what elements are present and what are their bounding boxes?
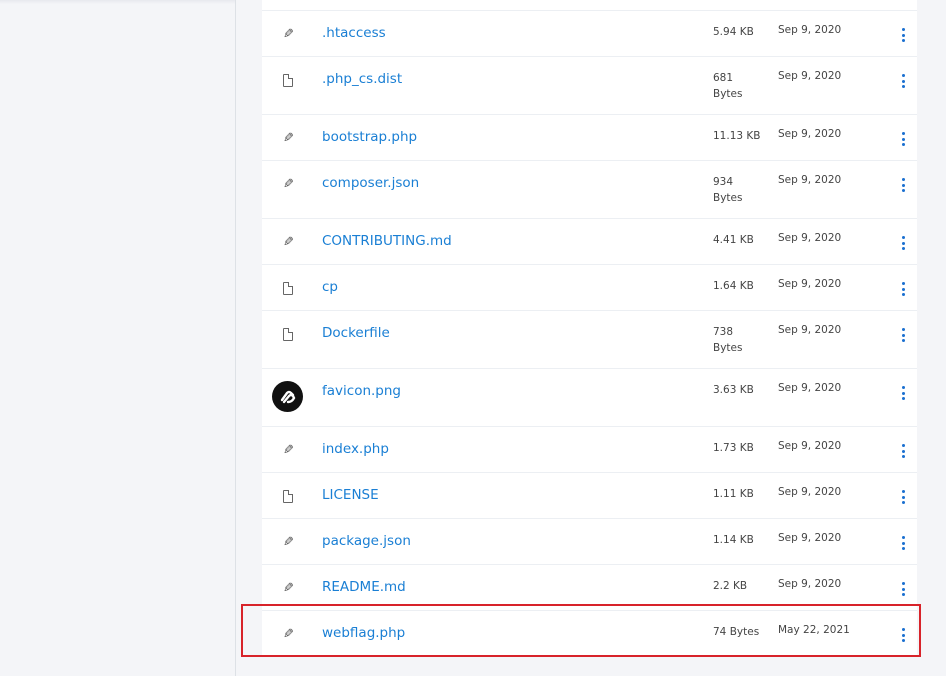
file-name-link[interactable]: cp bbox=[322, 279, 338, 295]
table-row[interactable]: ✎ webflag.php 74 Bytes May 22, 2021 bbox=[262, 611, 917, 657]
sidebar-top-shadow bbox=[0, 0, 235, 4]
table-row[interactable]: ✎ index.php 1.73 KB Sep 9, 2020 bbox=[262, 427, 917, 473]
file-icon bbox=[278, 488, 298, 504]
pencil-icon: ✎ bbox=[282, 26, 294, 42]
more-options-icon[interactable] bbox=[898, 282, 908, 296]
file-size: 4.41 KB bbox=[713, 234, 754, 246]
pencil-icon: ✎ bbox=[282, 234, 294, 250]
more-options-icon[interactable] bbox=[898, 132, 908, 146]
table-row[interactable]: ✎ bootstrap.php 11.13 KB Sep 9, 2020 bbox=[262, 115, 917, 161]
file-date: Sep 9, 2020 bbox=[778, 578, 842, 590]
file-name-link[interactable]: composer.json bbox=[322, 175, 419, 191]
pencil-icon: ✎ bbox=[282, 534, 294, 550]
file-size: 681 Bytes bbox=[713, 72, 743, 100]
file-date: Sep 9, 2020 bbox=[778, 278, 842, 290]
file-date: Sep 9, 2020 bbox=[778, 174, 842, 186]
file-size: 2.2 KB bbox=[713, 580, 748, 592]
file-name-link[interactable]: .htaccess bbox=[322, 25, 386, 41]
file-date: Sep 9, 2020 bbox=[778, 324, 842, 336]
more-options-icon[interactable] bbox=[898, 28, 908, 42]
file-name-link[interactable]: webflag.php bbox=[322, 625, 405, 641]
file-name-link[interactable]: Dockerfile bbox=[322, 325, 390, 341]
file-size: 1.14 KB bbox=[713, 534, 754, 546]
file-name-link[interactable]: LICENSE bbox=[322, 487, 379, 503]
file-date: Sep 9, 2020 bbox=[778, 128, 842, 140]
file-rows: ✎ .htaccess 5.94 KB Sep 9, 2020 .php_cs.dist… bbox=[262, 11, 917, 657]
file-date: Sep 9, 2020 bbox=[778, 24, 842, 36]
file-name-link[interactable]: README.md bbox=[322, 579, 406, 595]
table-row[interactable]: ✎ README.md 2.2 KB Sep 9, 2020 bbox=[262, 565, 917, 611]
pencil-icon: ✎ bbox=[282, 130, 294, 146]
file-icon bbox=[278, 280, 298, 296]
table-row-partial bbox=[262, 0, 917, 11]
file-size: 934 Bytes bbox=[713, 176, 743, 204]
more-options-icon[interactable] bbox=[898, 178, 908, 192]
file-date: Sep 9, 2020 bbox=[778, 440, 842, 452]
more-options-icon[interactable] bbox=[898, 582, 908, 596]
pencil-icon: ✎ bbox=[282, 176, 294, 192]
table-row[interactable]: .php_cs.dist 681 Bytes Sep 9, 2020 bbox=[262, 57, 917, 115]
table-row[interactable]: ✎ CONTRIBUTING.md 4.41 KB Sep 9, 2020 bbox=[262, 219, 917, 265]
file-browser: ✎ .htaccess 5.94 KB Sep 9, 2020 .php_cs.dist… bbox=[236, 0, 946, 676]
pencil-icon: ✎ bbox=[282, 580, 294, 596]
file-icon bbox=[278, 72, 298, 88]
file-size: 1.64 KB bbox=[713, 280, 754, 292]
file-date: Sep 9, 2020 bbox=[778, 232, 842, 244]
file-date: Sep 9, 2020 bbox=[778, 70, 842, 82]
table-row[interactable]: LICENSE 1.11 KB Sep 9, 2020 bbox=[262, 473, 917, 519]
more-options-icon[interactable] bbox=[898, 490, 908, 504]
file-name-link[interactable]: bootstrap.php bbox=[322, 129, 417, 145]
sidebar bbox=[0, 0, 236, 676]
file-table: ✎ .htaccess 5.94 KB Sep 9, 2020 .php_cs.dist… bbox=[262, 0, 917, 657]
file-size: 5.94 KB bbox=[713, 26, 754, 38]
file-size: 1.73 KB bbox=[713, 442, 754, 454]
file-name-link[interactable]: CONTRIBUTING.md bbox=[322, 233, 452, 249]
file-date: Sep 9, 2020 bbox=[778, 486, 842, 498]
file-date: Sep 9, 2020 bbox=[778, 382, 842, 394]
file-date: Sep 9, 2020 bbox=[778, 532, 842, 544]
file-name-link[interactable]: favicon.png bbox=[322, 383, 401, 399]
file-name-link[interactable]: .php_cs.dist bbox=[322, 71, 402, 87]
table-row[interactable]: ✎ composer.json 934 Bytes Sep 9, 2020 bbox=[262, 161, 917, 219]
file-size: 11.13 KB bbox=[713, 130, 761, 142]
more-options-icon[interactable] bbox=[898, 328, 908, 342]
file-name-link[interactable]: package.json bbox=[322, 533, 411, 549]
table-row[interactable]: Dockerfile 738 Bytes Sep 9, 2020 bbox=[262, 311, 917, 369]
more-options-icon[interactable] bbox=[898, 236, 908, 250]
image-thumbnail-icon bbox=[272, 381, 303, 412]
pencil-icon: ✎ bbox=[282, 626, 294, 642]
more-options-icon[interactable] bbox=[898, 444, 908, 458]
file-date: May 22, 2021 bbox=[778, 624, 850, 636]
more-options-icon[interactable] bbox=[898, 386, 908, 400]
file-size: 74 Bytes bbox=[713, 626, 760, 638]
file-icon bbox=[278, 326, 298, 342]
more-options-icon[interactable] bbox=[898, 74, 908, 88]
table-row[interactable]: cp 1.64 KB Sep 9, 2020 bbox=[262, 265, 917, 311]
table-row[interactable]: ✎ package.json 1.14 KB Sep 9, 2020 bbox=[262, 519, 917, 565]
more-options-icon[interactable] bbox=[898, 628, 908, 642]
table-row[interactable]: favicon.png 3.63 KB Sep 9, 2020 bbox=[262, 369, 917, 427]
pencil-icon: ✎ bbox=[282, 442, 294, 458]
file-size: 738 Bytes bbox=[713, 326, 743, 354]
table-row[interactable]: ✎ .htaccess 5.94 KB Sep 9, 2020 bbox=[262, 11, 917, 57]
file-name-link[interactable]: index.php bbox=[322, 441, 389, 457]
file-size: 1.11 KB bbox=[713, 488, 754, 500]
more-options-icon[interactable] bbox=[898, 536, 908, 550]
file-size: 3.63 KB bbox=[713, 384, 754, 396]
